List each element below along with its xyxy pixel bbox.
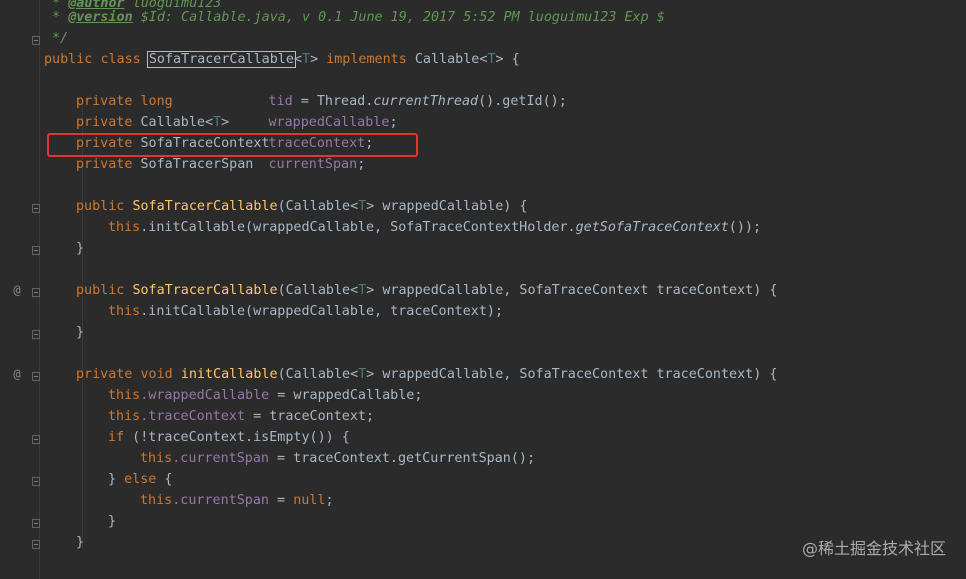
method-line-2: this.traceContext = traceContext; (108, 409, 375, 424)
method-line-6: this.currentSpan = null; (140, 493, 334, 508)
fold-icon[interactable] (32, 246, 40, 255)
ctor2-close: } (76, 325, 85, 340)
method-line-4: this.currentSpan = traceContext.getCurre… (140, 451, 536, 466)
fold-icon[interactable] (32, 36, 40, 45)
method-if-close: } (108, 514, 117, 529)
method-line-1: this.wrappedCallable = wrappedCallable; (108, 388, 423, 403)
fold-icon[interactable] (32, 540, 40, 549)
override-icon[interactable]: @ (10, 364, 24, 385)
code-editor[interactable]: * @author luoguimu123 * @version $Id: Ca… (44, 0, 966, 579)
method-line-5: } else { (108, 472, 173, 487)
fold-icon[interactable] (32, 435, 40, 444)
method-line-3: if (!traceContext.isEmpty()) { (108, 430, 350, 445)
field-wrapped-callable: private Callable<T> wrappedCallable; (76, 115, 398, 130)
code-line-class-decl: public class SofaTracerCallable<T> imple… (44, 51, 520, 68)
method-close: } (76, 535, 85, 550)
fold-icon[interactable] (32, 288, 40, 297)
watermark: @稀土掘金技术社区 (801, 539, 946, 558)
fold-icon[interactable] (32, 519, 40, 528)
field-tid: private long tid = Thread.currentThread()… (76, 94, 567, 109)
override-icon[interactable]: @ (10, 280, 24, 301)
code-line-comment-end: */ (44, 31, 69, 46)
ctor1-signature: public SofaTracerCallable(Callable<T> wr… (76, 199, 528, 214)
method-signature: private void initCallable(Callable<T> wr… (76, 367, 778, 382)
ctor1-body: this.initCallable(wrappedCallable, SofaT… (108, 220, 762, 235)
ctor2-signature: public SofaTracerCallable(Callable<T> wr… (76, 283, 778, 298)
fold-icon[interactable] (32, 372, 40, 381)
ctor2-body: this.initCallable(wrappedCallable, trace… (108, 304, 504, 319)
fold-icon[interactable] (32, 330, 40, 339)
annotation-highlight-box (47, 133, 418, 157)
ctor1-close: } (76, 241, 85, 256)
field-current-span: private SofaTracerSpan currentSpan; (76, 157, 366, 172)
code-line-version: * @version $Id: Callable.java, v 0.1 Jun… (44, 10, 665, 25)
class-name: SofaTracerCallable (146, 51, 296, 68)
fold-icon[interactable] (32, 477, 40, 486)
fold-icon[interactable] (32, 204, 40, 213)
